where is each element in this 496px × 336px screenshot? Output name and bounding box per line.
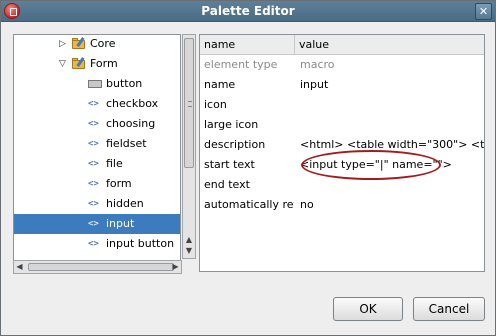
tree-item-button[interactable]: button [14,74,180,94]
tree-item-label: choosing [106,117,156,130]
property-name: description [204,138,266,151]
tree-folder-form[interactable]: ▽ Form [14,54,180,74]
title-bar[interactable]: Palette Editor ✕ [1,1,495,22]
property-name: start text [204,158,255,171]
table-row[interactable]: icon [200,95,484,115]
scroll-right-icon[interactable]: ▶ [171,262,180,272]
tag-icon: <> [88,179,99,189]
tag-icon: <> [88,139,99,149]
table-row[interactable]: end text [200,175,484,195]
scroll-up-icon[interactable]: ▲ [185,236,193,244]
tree-item-fieldset[interactable]: <> fieldset [14,134,180,154]
property-value: macro [300,58,335,71]
property-name: large icon [204,118,259,131]
tree-item-choosing[interactable]: <> choosing [14,114,180,134]
property-value[interactable]: <input type="|" name=""> [300,155,484,175]
properties-table[interactable]: name value element type macro name input… [199,34,485,272]
tree-item-label: checkbox [106,97,159,110]
window-title: Palette Editor [201,4,295,18]
tree-item-label: form [106,177,132,190]
expand-icon[interactable]: ▷ [59,39,68,49]
scroll-thumb[interactable] [184,38,194,168]
ok-button[interactable]: OK [333,297,403,321]
property-value[interactable]: no [300,195,484,215]
table-row[interactable]: description <html> <table width="300"> <… [200,135,484,155]
folder-icon [72,57,86,69]
palette-editor-dialog: Palette Editor ✕ ▷ Core ▽ Form button <>… [0,0,496,336]
property-value[interactable]: input [300,75,484,95]
close-button[interactable]: ✕ [475,3,492,20]
tree-vertical-scrollbar[interactable]: ▲ ▼ [182,34,196,259]
tree-item-label: Form [90,57,118,70]
tree-item-label: input [106,217,135,230]
button-icon [88,80,102,88]
tree-item-form[interactable]: <> form [14,174,180,194]
tree-item-label: file [106,157,123,170]
cancel-button[interactable]: Cancel [413,297,485,321]
tag-icon: <> [88,219,99,229]
tree-item-label: fieldset [106,137,147,150]
property-name: name [204,78,236,91]
tree-item-input-button[interactable]: <> input button [14,234,180,254]
table-row[interactable]: automatically reformat no [200,195,484,215]
palette-tree[interactable]: ▷ Core ▽ Form button <> checkbox <> choo… [13,34,181,272]
table-row[interactable]: large icon [200,115,484,135]
scroll-thumb[interactable] [28,263,174,271]
table-header: name value [200,35,484,55]
tag-icon: <> [88,199,99,209]
tag-icon: <> [88,159,99,169]
property-name: icon [204,98,227,111]
column-header-name[interactable]: name [200,35,235,55]
tree-item-input[interactable]: <> input [14,214,180,234]
tree-item-label: input button [106,237,175,250]
tree-item-label: Core [90,37,116,50]
tag-icon: <> [88,119,99,129]
tree-item-label: hidden [106,197,144,210]
scroll-down-icon[interactable]: ▼ [185,247,193,255]
property-name: element type [204,58,278,71]
tree-folder-core[interactable]: ▷ Core [14,35,180,54]
tree-horizontal-scrollbar[interactable]: ◀ ▶ [13,260,182,274]
tree-item-label: button [106,77,143,90]
tree-item-file[interactable]: <> file [14,154,180,174]
folder-icon [72,37,86,49]
tag-icon: <> [88,239,99,249]
scroll-left-icon[interactable]: ◀ [15,262,24,272]
property-value[interactable]: <html> <table width="300"> <tr> [300,135,484,155]
property-name: automatically reformat [204,198,294,211]
table-row[interactable]: start text <input type="|" name=""> [200,155,484,175]
tree-item-hidden[interactable]: <> hidden [14,194,180,214]
table-row[interactable]: name input [200,75,484,95]
column-header-value[interactable]: value [294,35,329,55]
tree-item-checkbox[interactable]: <> checkbox [14,94,180,114]
tag-icon: <> [88,99,99,109]
collapse-icon[interactable]: ▽ [59,59,68,69]
property-name: end text [204,178,250,191]
table-row[interactable]: element type macro [200,55,484,75]
